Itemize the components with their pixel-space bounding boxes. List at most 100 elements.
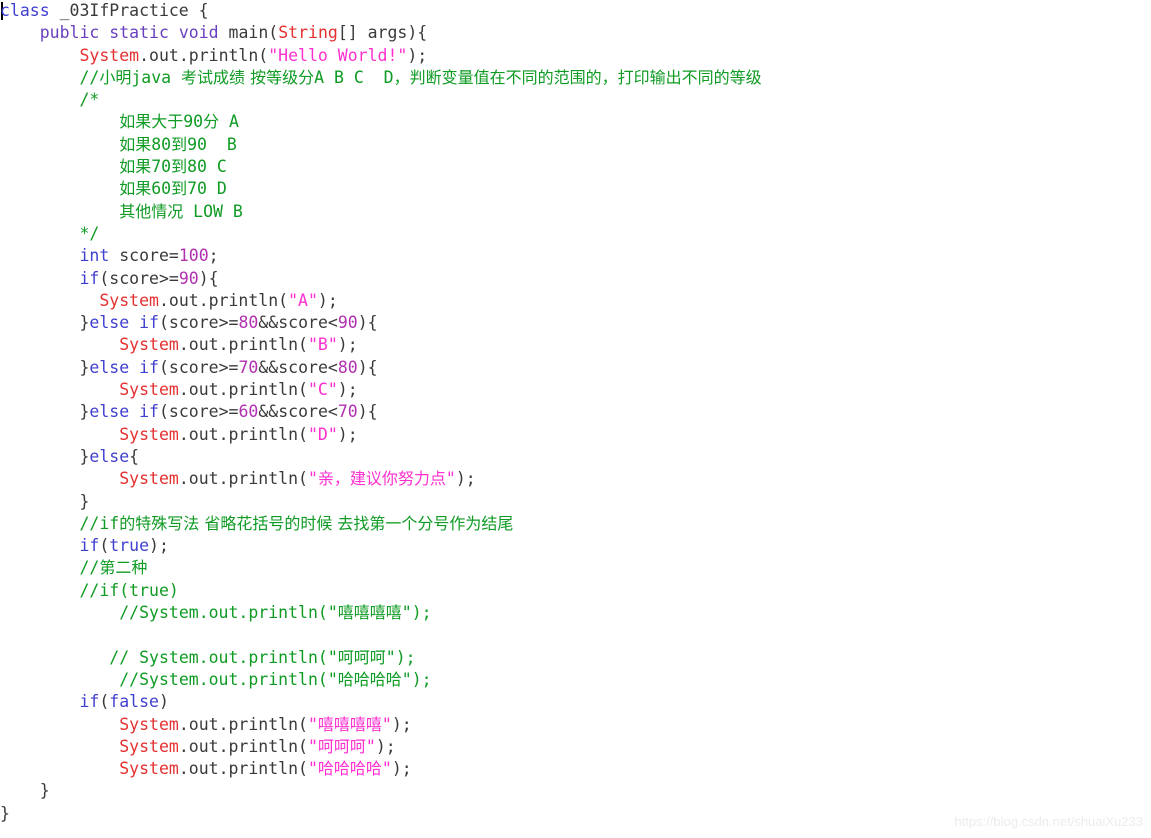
code-line[interactable]: System.out.println("D"); xyxy=(0,424,1151,446)
code-line[interactable]: //第二种 xyxy=(0,557,1151,579)
code-line[interactable]: 如果70到80 C xyxy=(0,156,1151,178)
code-line[interactable]: // System.out.println("呵呵呵"); xyxy=(0,647,1151,669)
code-token: "A" xyxy=(288,290,318,310)
code-token: 70 xyxy=(238,357,259,377)
code-line[interactable] xyxy=(0,624,1151,646)
code-token: 90 xyxy=(183,112,204,132)
code-line[interactable]: System.out.println("亲，建议你努力点"); xyxy=(0,468,1151,490)
code-token: 60 xyxy=(151,179,172,199)
code-token: System xyxy=(99,290,159,310)
code-token: " xyxy=(445,469,456,489)
code-line[interactable]: if(score>=90){ xyxy=(0,268,1151,290)
code-line[interactable]: if(true); xyxy=(0,535,1151,557)
code-line[interactable]: System.out.println("呵呵呵"); xyxy=(0,736,1151,758)
code-line[interactable]: if(false) xyxy=(0,691,1151,713)
code-line[interactable]: //小明java 考试成绩 按等级分A B C D，判断变量值在不同的范围的，打… xyxy=(0,67,1151,89)
code-token: else xyxy=(89,313,130,333)
code-token: ); xyxy=(407,45,428,65)
watermark-text: https://blog.csdn.net/shuaiXu233 xyxy=(954,814,1143,829)
code-token: //System.out.println(" xyxy=(119,669,338,689)
code-line[interactable]: int score=100; xyxy=(0,245,1151,267)
code-line[interactable]: } xyxy=(0,780,1151,802)
code-line[interactable]: }else{ xyxy=(0,446,1151,468)
code-line[interactable]: //System.out.println("嘻嘻嘻嘻"); xyxy=(0,602,1151,624)
code-token: if xyxy=(79,692,100,712)
code-token: else xyxy=(89,446,130,466)
code-token: (score>= xyxy=(158,402,239,422)
code-token: 小明 xyxy=(99,67,132,87)
code-token: ); xyxy=(337,380,358,400)
code-token: 如果 xyxy=(119,179,152,199)
code-line[interactable]: System.out.println("嘻嘻嘻嘻"); xyxy=(0,714,1151,736)
code-token: 100 xyxy=(178,246,209,266)
code-token: .out.println( xyxy=(178,469,308,489)
code-token: public xyxy=(39,23,100,43)
code-line[interactable]: 其他情况 LOW B xyxy=(0,201,1151,223)
code-token: &&score< xyxy=(258,402,338,422)
code-token: &&score< xyxy=(258,357,338,377)
code-line[interactable]: }else if(score>=60&&score<70){ xyxy=(0,401,1151,423)
code-line[interactable]: 如果大于90分 A xyxy=(0,111,1151,133)
code-token: 考试成绩 按等级分 xyxy=(181,67,315,87)
code-line[interactable]: 如果60到70 D xyxy=(0,178,1151,200)
code-token: System xyxy=(119,335,179,355)
code-token: //if(true) xyxy=(79,580,179,600)
code-token: if xyxy=(139,357,159,377)
code-token: ( xyxy=(99,692,110,712)
source-code-listing[interactable]: class _03IfPractice { public static void… xyxy=(0,0,1151,825)
code-token: .out.println( xyxy=(178,335,308,355)
code-token: " xyxy=(307,759,318,779)
code-line[interactable]: System.out.println("B"); xyxy=(0,334,1151,356)
code-token: "C" xyxy=(307,380,338,400)
code-line[interactable]: class _03IfPractice { xyxy=(0,0,1151,22)
code-line[interactable]: //if的特殊写法 省略花括号的时候 去找第一个分号作为结尾 xyxy=(0,513,1151,535)
code-token: 分 xyxy=(203,112,220,132)
code-token: ); xyxy=(391,714,412,734)
code-token: (score>= xyxy=(158,357,239,377)
code-token: " xyxy=(381,759,392,779)
code-line[interactable]: } xyxy=(0,491,1151,513)
code-line[interactable]: }else if(score>=80&&score<90){ xyxy=(0,312,1151,334)
code-line[interactable]: }else if(score>=70&&score<80){ xyxy=(0,357,1151,379)
code-token: if xyxy=(139,402,159,422)
code-token: " xyxy=(307,714,318,734)
code-token: 90 B xyxy=(187,134,237,154)
code-token: static xyxy=(109,23,169,43)
code-token: .out.println( xyxy=(158,290,289,310)
code-line[interactable]: //System.out.println("哈哈哈哈"); xyxy=(0,669,1151,691)
code-token: .out.println( xyxy=(139,45,269,65)
code-line[interactable]: System.out.println("哈哈哈哈"); xyxy=(0,758,1151,780)
code-token: 其他情况 xyxy=(119,201,184,221)
code-line[interactable]: /* xyxy=(0,89,1151,111)
code-token: ); xyxy=(317,290,338,310)
code-token: " xyxy=(365,736,376,756)
code-line[interactable]: public static void main(String[] args){ xyxy=(0,22,1151,44)
code-line[interactable]: 如果80到90 B xyxy=(0,134,1151,156)
code-token: "D" xyxy=(307,424,338,444)
code-token: ){ xyxy=(357,357,378,377)
code-token: ){ xyxy=(357,313,378,333)
code-token: ; xyxy=(208,246,219,266)
code-token: "B" xyxy=(307,335,338,355)
code-token: System xyxy=(119,759,179,779)
code-line[interactable]: System.out.println("C"); xyxy=(0,379,1151,401)
code-token: ){ xyxy=(198,268,219,288)
code-line[interactable]: */ xyxy=(0,223,1151,245)
code-line[interactable]: System.out.println("Hello World!"); xyxy=(0,45,1151,67)
code-line[interactable]: //if(true) xyxy=(0,580,1151,602)
code-token: " xyxy=(381,714,392,734)
code-editor-surface[interactable]: class _03IfPractice { public static void… xyxy=(0,0,1151,838)
code-line[interactable]: System.out.println("A"); xyxy=(0,290,1151,312)
